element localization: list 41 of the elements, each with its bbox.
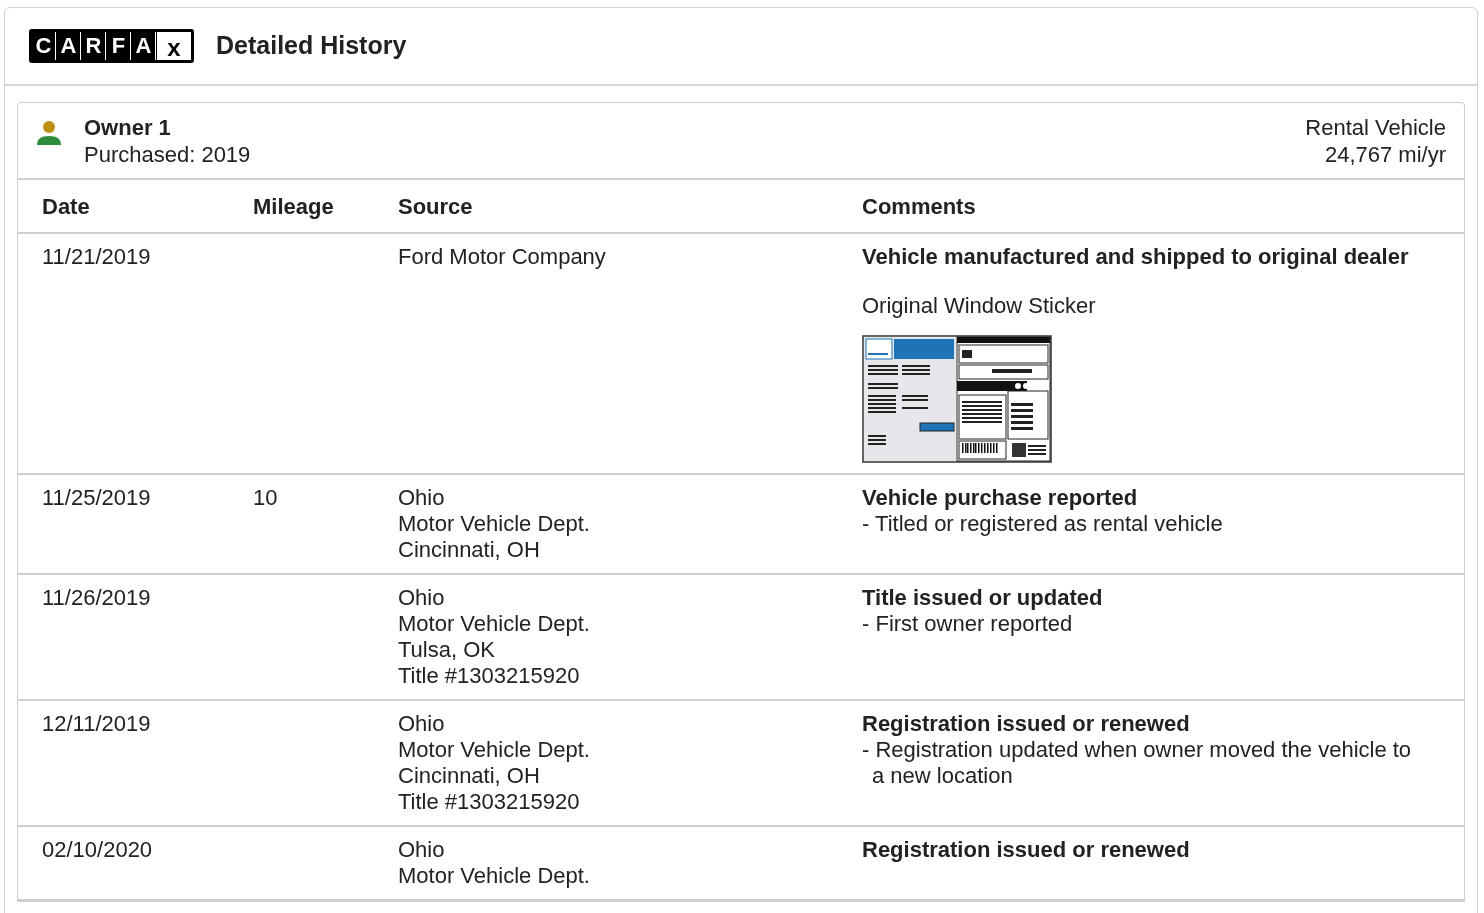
source-line: Ohio <box>398 485 445 511</box>
date-cell-text: 02/10/2020 <box>42 837 154 863</box>
carfax-logo: C A R F A x <box>29 29 194 63</box>
source-line: Cincinnati, OH <box>398 763 540 789</box>
source-line: Title #1303215920 <box>398 789 580 815</box>
source-line: Motor Vehicle Dept. <box>398 863 590 889</box>
date-cell-text: 11/26/2019 <box>42 585 152 611</box>
column-header: Date <box>42 192 91 221</box>
annual-mileage: 24,767 mi/yr <box>1324 141 1446 168</box>
source-line: Tulsa, OK <box>398 637 495 663</box>
date-cell-text: 12/11/2019 <box>42 711 152 737</box>
source-line: Ohio <box>398 585 445 611</box>
date-cell-text: 11/25/2019 <box>42 485 152 511</box>
column-header: Mileage <box>253 192 335 221</box>
source-line: Motor Vehicle Dept. <box>398 737 590 763</box>
comment-title: Vehicle manufactured and shipped to original dealer <box>862 244 1409 270</box>
source-line: Cincinnati, OH <box>398 537 540 563</box>
comment-detail: - First owner reported <box>862 611 1073 637</box>
window-sticker-drawing[interactable] <box>862 335 1052 463</box>
comment-title: Registration issued or renewed <box>862 711 1190 737</box>
source-line: Ohio <box>398 711 445 737</box>
source-line: Motor Vehicle Dept. <box>398 511 590 537</box>
comment-detail: - Titled or registered as rental vehicle <box>862 511 1223 537</box>
date-cell-text: 11/21/2019 <box>42 244 152 270</box>
source-line: Ohio <box>398 837 445 863</box>
person-icon <box>36 120 62 146</box>
vehicle-type: Rental Vehicle <box>1305 114 1446 141</box>
comment-detail: - Registration updated when owner moved the vehicle to a new location <box>862 737 1413 789</box>
comment-title: Vehicle purchase reported <box>862 485 1138 511</box>
source-line: Ford Motor Company <box>398 244 606 270</box>
source-line: Title #1303215920 <box>398 663 580 689</box>
comment-title: Title issued or updated <box>862 585 1103 611</box>
column-header: Source <box>398 192 474 221</box>
page-title: Detailed History <box>216 30 407 62</box>
purchased-year: Purchased: 2019 <box>84 141 251 168</box>
source-line: Motor Vehicle Dept. <box>398 611 590 637</box>
comment-title: Registration issued or renewed <box>862 837 1190 863</box>
mileage-cell: 10 <box>253 485 278 510</box>
column-header: Comments <box>862 192 977 221</box>
sticker-label: Original Window Sticker <box>862 293 1096 319</box>
owner-name: Owner 1 <box>84 114 172 141</box>
